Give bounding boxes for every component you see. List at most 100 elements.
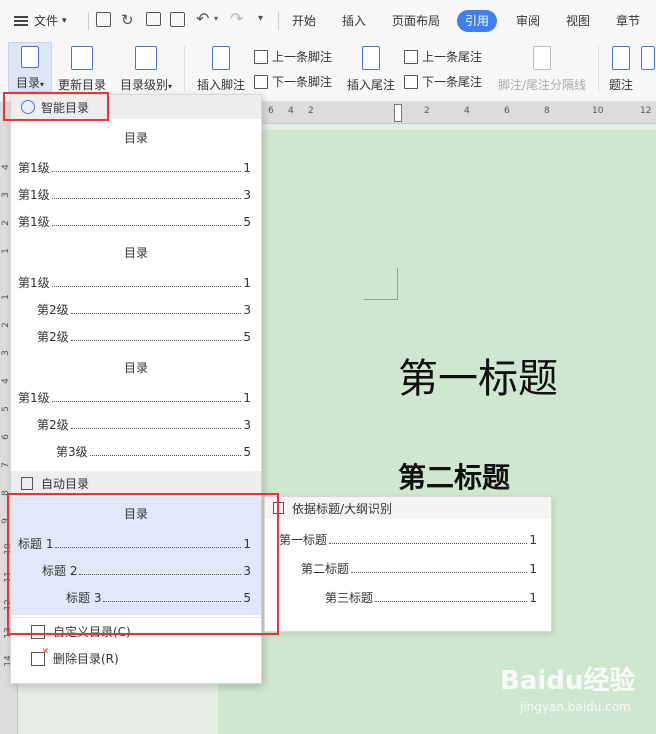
insert-endnote-label: 插入尾注 <box>346 78 395 92</box>
toc-preview-line: 第1级 1 <box>18 276 251 290</box>
update-toc-button[interactable]: 更新目录 <box>56 42 108 93</box>
heading-2[interactable]: 第二标题 <box>398 456 510 496</box>
tab-home[interactable]: 开始 <box>284 10 324 32</box>
auto-toc-icon <box>21 476 33 490</box>
toc-preview-line: 第3级 5 <box>56 445 251 459</box>
refresh-icon <box>71 46 93 70</box>
toc-preview-line: 第2级 5 <box>37 330 251 344</box>
highlight-box <box>3 92 109 121</box>
toc-preview-line: 第1级 3 <box>18 188 251 202</box>
auto-toc-label: 自动目录 <box>41 476 90 491</box>
chevron-down-icon: ▾ <box>62 15 67 26</box>
separator-label: 脚注/尾注分隔线 <box>497 78 587 92</box>
toc-level-icon <box>135 46 157 70</box>
toc-preview-popup: 依据标题/大纲识别 第一标题 1 第二标题 1 第三标题 1 <box>264 496 552 632</box>
prev-footnote-icon <box>254 49 268 64</box>
toc-preview-title: 目录 <box>123 131 148 145</box>
heading-1[interactable]: 第一标题 <box>398 346 558 404</box>
endnote-icon <box>362 46 380 70</box>
prev-endnote-icon <box>404 49 418 64</box>
delete-toc-label: 删除目录(R) <box>53 652 119 666</box>
ruler-tick: 2 <box>308 106 314 116</box>
ruler-tick: 4 <box>464 106 470 116</box>
tab-references[interactable]: 引用 <box>457 10 498 32</box>
more-icon[interactable]: ▾ <box>258 13 263 24</box>
menu-bar: 文件 ▾ ↻ ↶ ▾ ↷ ▾ 开始 插入 页面布局 引用 审阅 视图 章节 <box>0 0 656 40</box>
separator-line-button[interactable]: 脚注/尾注分隔线 <box>496 42 588 93</box>
caption-icon <box>612 46 630 70</box>
ruler-tick: 6 <box>504 106 510 116</box>
tab-page-layout[interactable]: 页面布局 <box>384 10 448 32</box>
indent-marker-icon[interactable] <box>394 104 402 122</box>
toc-button[interactable]: 目录▾ <box>8 42 52 92</box>
tab-insert[interactable]: 插入 <box>334 10 374 32</box>
divider <box>88 12 89 30</box>
save-icon[interactable] <box>96 12 111 27</box>
toc-preview-line: 第二标题 1 <box>301 562 537 576</box>
next-endnote-button[interactable]: 下一条尾注 <box>404 73 482 90</box>
hamburger-icon <box>14 15 28 26</box>
print-preview-icon[interactable] <box>170 12 185 27</box>
file-menu-label: 文件 <box>34 14 59 28</box>
file-menu[interactable]: 文件 ▾ <box>14 12 67 29</box>
next-footnote-label: 下一条脚注 <box>272 75 333 89</box>
toc-style-option-1[interactable]: 目录 第1级 1 第1级 3 第1级 5 <box>11 125 261 235</box>
margin-corner-mark <box>364 268 398 300</box>
update-toc-label: 更新目录 <box>57 78 106 92</box>
toc-level-button[interactable]: 目录级别▾ <box>116 42 176 93</box>
ruler-tick: 4 <box>288 106 294 116</box>
prev-endnote-label: 上一条尾注 <box>422 50 483 64</box>
insert-endnote-button[interactable]: 插入尾注 <box>344 42 398 93</box>
tab-review[interactable]: 审阅 <box>508 10 548 32</box>
insert-footnote-button[interactable]: 插入脚注 <box>194 42 248 93</box>
tab-chapter[interactable]: 章节 <box>608 10 648 32</box>
divider <box>184 46 185 92</box>
delete-toc-menu-item[interactable]: ✕ 删除目录(R) <box>31 647 119 667</box>
divider <box>598 46 599 92</box>
ruler-tick: 2 <box>424 106 430 116</box>
ruler-tick: 10 <box>592 106 604 116</box>
toc-preview-line: 第2级 3 <box>37 418 251 432</box>
watermark-logo: Baidu经验 <box>500 666 636 696</box>
print-icon[interactable] <box>146 12 161 26</box>
toc-style-option-3[interactable]: 目录 第1级 1 第2级 3 第3级 5 <box>11 355 261 465</box>
more-icon <box>641 46 655 70</box>
tab-view[interactable]: 视图 <box>558 10 598 32</box>
divider <box>278 12 279 30</box>
toc-preview-line: 第一标题 1 <box>279 533 537 547</box>
ruler-tick: 8 <box>544 106 550 116</box>
chevron-down-icon: ▾ <box>40 80 45 89</box>
prev-footnote-label: 上一条脚注 <box>272 50 333 64</box>
ruler-tick: 6 <box>268 106 274 116</box>
document-page[interactable] <box>218 130 656 734</box>
highlight-box <box>7 493 279 635</box>
toc-preview-line: 第1级 1 <box>18 391 251 405</box>
prev-footnote-button[interactable]: 上一条脚注 <box>254 48 332 65</box>
caption-button[interactable]: 题注 <box>606 42 636 93</box>
toc-button-label: 目录 <box>15 76 40 90</box>
auto-toc-header: 自动目录 <box>11 471 261 495</box>
next-endnote-icon <box>404 74 418 89</box>
toc-preview-line: 第1级 5 <box>18 215 251 229</box>
undo-icon[interactable]: ↶ <box>196 9 209 28</box>
chevron-down-icon: ▾ <box>168 82 173 91</box>
toc-icon <box>21 46 39 68</box>
prev-endnote-button[interactable]: 上一条尾注 <box>404 48 482 65</box>
popup-header-label: 依据标题/大纲识别 <box>292 501 393 516</box>
chevron-down-icon[interactable]: ▾ <box>214 14 218 23</box>
horizontal-ruler[interactable]: 6 4 2 2 4 6 8 10 12 <box>262 102 656 124</box>
toc-style-option-2[interactable]: 目录 第1级 1 第2级 3 第2级 5 <box>11 240 261 350</box>
redo-icon[interactable]: ↷ <box>230 9 243 28</box>
toc-preview-title: 目录 <box>123 246 148 260</box>
undo-history-icon[interactable]: ↻ <box>121 11 134 29</box>
delete-icon: ✕ <box>31 647 49 666</box>
next-footnote-button[interactable]: 下一条脚注 <box>254 73 332 90</box>
more-ribbon-button[interactable] <box>640 42 656 76</box>
toc-preview-title: 目录 <box>123 361 148 375</box>
next-footnote-icon <box>254 74 268 89</box>
footnote-icon <box>212 46 230 70</box>
toc-preview-line: 第1级 1 <box>18 161 251 175</box>
popup-header: 依据标题/大纲识别 <box>265 497 551 519</box>
toc-level-label: 目录级别 <box>119 78 168 92</box>
caption-label: 题注 <box>608 78 633 92</box>
